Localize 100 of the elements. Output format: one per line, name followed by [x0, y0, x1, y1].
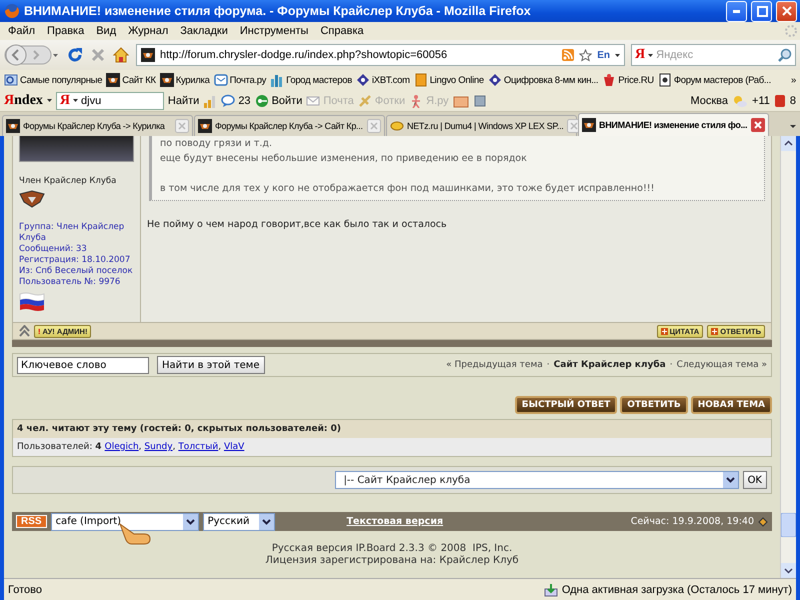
- dropdown-icon: [262, 518, 271, 524]
- maximize-button[interactable]: [751, 0, 772, 22]
- scroll-up-icon[interactable]: [781, 136, 796, 151]
- dropdown-icon: [186, 518, 195, 524]
- bookmark[interactable]: Курилка: [160, 73, 210, 87]
- messages-counter[interactable]: 23: [221, 94, 251, 108]
- bookmark-icon: [270, 73, 284, 87]
- scroll-down-icon[interactable]: [781, 563, 796, 578]
- bookmark-icon: [414, 73, 428, 87]
- bookmark-icon: [488, 73, 502, 87]
- menu-item[interactable]: Правка: [41, 25, 90, 37]
- post-text: Не пойму о чем народ говорит,все как было так и осталось: [147, 219, 448, 230]
- firefox-icon: [4, 3, 20, 19]
- readers-count: 4: [95, 442, 103, 452]
- bookmark[interactable]: Оцифровка 8-мм кин...: [488, 73, 598, 87]
- user-link[interactable]: VlaV: [224, 442, 244, 452]
- browser-tab[interactable]: NETz.ru | Dumu4 | Windows XP LEX SP...: [386, 115, 577, 136]
- search-topic-button[interactable]: Найти в этой теме: [157, 356, 265, 374]
- search-icon[interactable]: [778, 48, 792, 62]
- download-status[interactable]: Одна активная загрузка (Осталось 17 минут): [562, 584, 792, 596]
- reload-icon[interactable]: [66, 46, 84, 64]
- topic-button[interactable]: ОТВЕТИТЬ: [620, 396, 688, 414]
- skin-select[interactable]: cafe (Import): [50, 512, 199, 530]
- key-icon: [254, 94, 269, 108]
- forum-link[interactable]: Сайт Крайслер клуба: [554, 360, 666, 370]
- quote-text: еще будут внесены небольшие изменения, по приведению ее в порядок: [160, 152, 528, 166]
- search-field[interactable]: Я Яндекс: [631, 44, 796, 66]
- caret-icon: [648, 54, 654, 56]
- text-version-link[interactable]: Текстовая версия: [346, 516, 444, 527]
- ok-button[interactable]: OK: [742, 471, 767, 489]
- city-label[interactable]: Москва: [690, 94, 728, 106]
- close-button[interactable]: [776, 0, 797, 22]
- menu-item[interactable]: Файл: [2, 25, 42, 37]
- bookmark-icon: [356, 73, 370, 87]
- scroll-thumb[interactable]: [781, 513, 796, 537]
- browser-tab[interactable]: Форумы Крайслер Клуба -> Сайт Кр...: [194, 115, 385, 136]
- topic-nav-link[interactable]: Следующая тема »: [676, 360, 767, 370]
- keyword-field[interactable]: Ключевое слово: [17, 356, 149, 374]
- star-icon[interactable]: [579, 48, 592, 62]
- up-chevron-icon[interactable]: [19, 325, 30, 337]
- browser-tab[interactable]: ВНИМАНИЕ! изменение стиля фо...: [578, 113, 769, 136]
- copyright-text: Русская версия IP.Board 2.3.3 © 2008 IPS, Inc.: [270, 543, 514, 555]
- bookmark[interactable]: Город мастеров: [270, 73, 352, 87]
- minimize-button[interactable]: [726, 0, 747, 22]
- user-link[interactable]: Толстый: [178, 442, 218, 452]
- home-icon[interactable]: [112, 46, 130, 64]
- query-field[interactable]: Я djvu: [56, 92, 164, 110]
- bookmark[interactable]: Сайт КК: [106, 73, 156, 87]
- bookmark-icon: [602, 73, 616, 87]
- bookmark[interactable]: iXBT.com: [356, 73, 410, 87]
- topic-button[interactable]: НОВАЯ ТЕМА: [690, 396, 772, 414]
- topic-nav-link[interactable]: « Предыдущая тема: [446, 360, 543, 370]
- search-engine-logo[interactable]: Я: [635, 47, 646, 63]
- forum-jump-select[interactable]: |-- Сайт Крайслер клуба: [334, 471, 739, 489]
- site-icon: [198, 119, 212, 133]
- back-forward-icon[interactable]: [4, 43, 60, 67]
- menu-item[interactable]: Справка: [314, 25, 370, 37]
- language-select[interactable]: Русский: [202, 512, 275, 530]
- quote-text: в том числе для тех у кого не отображается фон под машинками, это тоже будет исправленно!!!: [160, 182, 656, 196]
- user-link[interactable]: Sundy: [144, 442, 173, 452]
- nav-separator: ·: [546, 360, 550, 370]
- plus-icon: [660, 328, 668, 334]
- author-detail: Группа: Член Крайслер Клуба: [19, 222, 126, 244]
- quote-text: по поводу грязи и т.д.: [160, 137, 274, 151]
- menu-item[interactable]: Инструменты: [234, 25, 314, 37]
- readers-header: 4 чел. читают эту тему (гостей: 0, скрытых пользователей: 0): [13, 420, 771, 438]
- menu-item[interactable]: Закладки: [174, 25, 234, 37]
- find-button[interactable]: Найти: [168, 94, 200, 106]
- search-engine-logo[interactable]: Я: [60, 92, 70, 108]
- topic-button[interactable]: БЫСТРЫЙ ОТВЕТ: [514, 396, 618, 414]
- menu-item[interactable]: Журнал: [122, 25, 174, 37]
- user-link[interactable]: Olegich: [104, 442, 139, 452]
- bookmark[interactable]: Форум мастеров (Раб...: [658, 73, 771, 87]
- bookmark[interactable]: Price.RU: [602, 73, 654, 87]
- rss-icon[interactable]: [562, 49, 574, 61]
- nav-separator: ·: [670, 360, 673, 370]
- speech-bubble-icon: [221, 94, 236, 108]
- up-arrow-icon[interactable]: [758, 516, 768, 526]
- readers-label: Пользователей:: [17, 442, 94, 452]
- copyright-text: Лицензия зарегистрирована на: Крайслер Клуб: [264, 555, 520, 567]
- menu-item[interactable]: Вид: [90, 25, 122, 37]
- current-time: Сейчас: 19.9.2008, 19:40: [630, 516, 754, 527]
- bookmark[interactable]: Почта.ру: [214, 73, 266, 87]
- toolbar-item[interactable]: Войти: [254, 94, 302, 108]
- download-icon[interactable]: [544, 582, 558, 596]
- envelope-icon: [306, 94, 320, 108]
- user-separator: ,: [172, 442, 176, 452]
- caret-icon: [615, 54, 620, 56]
- window-title: ВНИМАНИЕ! изменение стиля форума. - Форумы Крайслер Клуба - Mozilla Firefox: [24, 4, 532, 18]
- more-bookmarks-button[interactable]: »: [791, 74, 796, 86]
- bookmark[interactable]: Самые популярные: [4, 73, 102, 87]
- address-field[interactable]: http://forum.chrysler-dodge.ru/index.php?showtopic=60056 En: [136, 44, 625, 66]
- bookmark[interactable]: Lingvo Online: [414, 73, 484, 87]
- browser-tab[interactable]: Форумы Крайслер Клуба -> Курилка: [2, 115, 193, 136]
- weather-icon: [732, 94, 748, 108]
- close-tab-icon[interactable]: [751, 118, 765, 132]
- site-icon: [582, 118, 596, 132]
- language-indicator: En: [597, 50, 610, 60]
- yandex-logo[interactable]: Яndex: [4, 92, 43, 108]
- author-detail: Сообщений: 33: [19, 244, 88, 255]
